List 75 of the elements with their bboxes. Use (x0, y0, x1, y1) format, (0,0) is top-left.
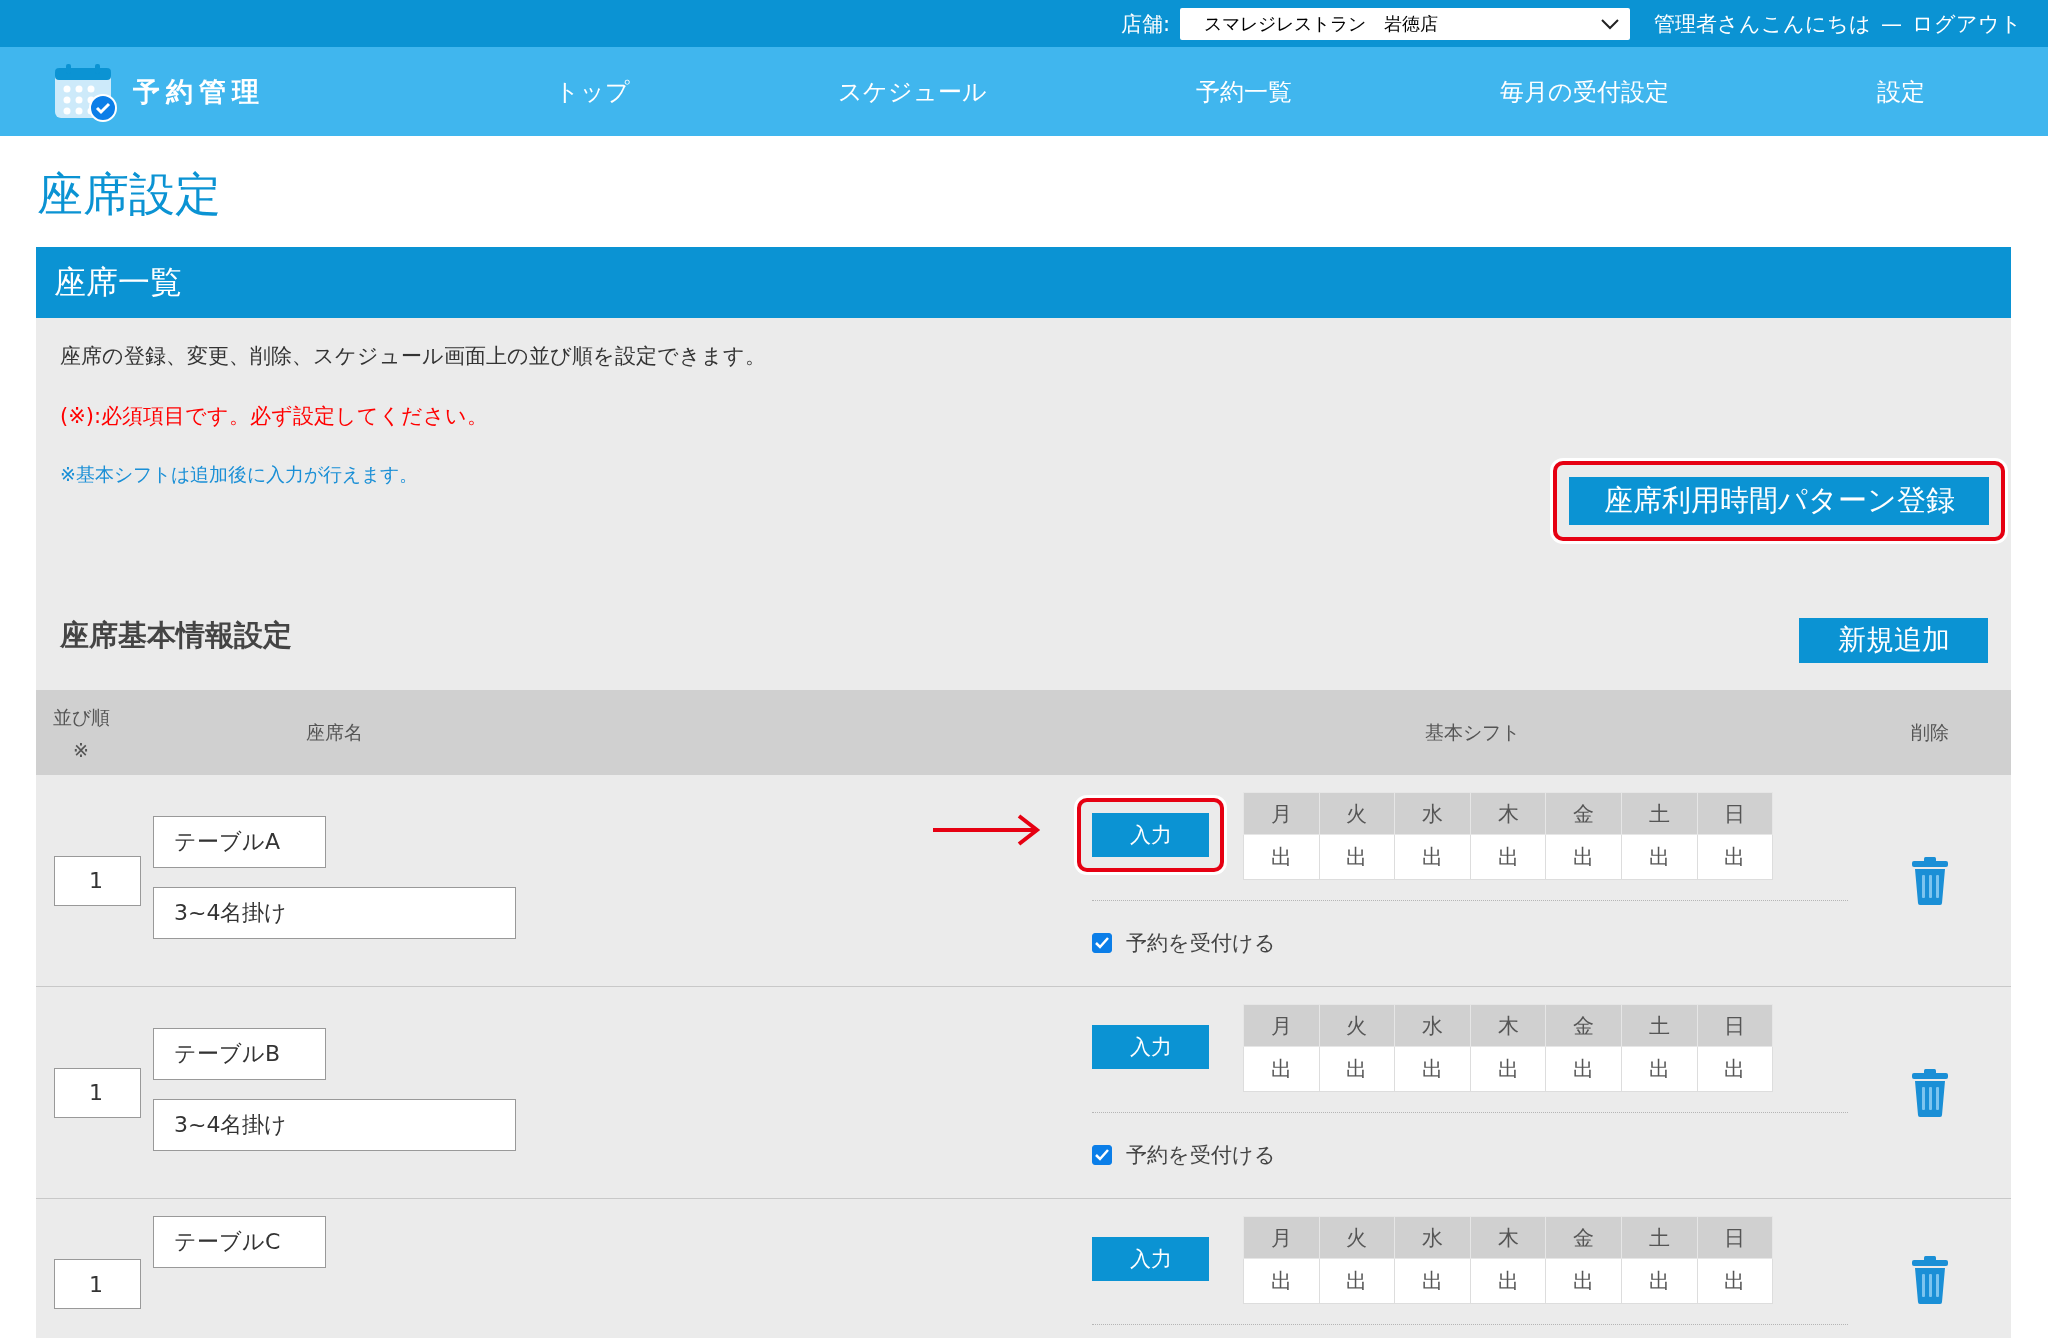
column-header: 並び順 (52, 704, 110, 730)
day-header: 金 (1545, 1216, 1622, 1259)
greeting-text: 管理者さんこんにちは (1654, 10, 1871, 38)
day-header: 月 (1243, 1216, 1320, 1259)
shift-cell[interactable]: 出 (1621, 1258, 1698, 1304)
accept-checkbox[interactable] (1092, 933, 1112, 953)
shift-cell[interactable]: 出 (1470, 834, 1546, 880)
trash-icon[interactable] (1910, 1256, 1949, 1304)
seat-name-field[interactable]: テーブルA (153, 815, 326, 868)
accept-label: 予約を受付ける (1126, 1142, 1276, 1169)
shift-cell[interactable]: 出 (1545, 1046, 1622, 1092)
order-field[interactable]: 1 (54, 1067, 141, 1118)
shift-cell[interactable]: 出 (1470, 1258, 1546, 1304)
seat-name-field[interactable]: テーブルC (153, 1216, 326, 1268)
page-title: 座席設定 (36, 165, 222, 223)
chevron-down-icon (1600, 17, 1620, 30)
day-header: 火 (1319, 1216, 1395, 1259)
day-header: 火 (1319, 792, 1395, 835)
day-header: 月 (1243, 1004, 1320, 1047)
day-header: 金 (1545, 1004, 1622, 1047)
column-header: 削除 (1910, 719, 1949, 745)
shift-cell[interactable]: 出 (1697, 834, 1773, 880)
shift-cell[interactable]: 出 (1470, 1046, 1546, 1092)
day-header: 水 (1394, 1216, 1471, 1259)
accept-label: 予約を受付ける (1126, 930, 1276, 957)
trash-icon[interactable] (1910, 1068, 1949, 1117)
day-header: 日 (1697, 1216, 1773, 1259)
shift-cell[interactable]: 出 (1621, 834, 1698, 880)
separator-text: — (1881, 11, 1902, 36)
store-select[interactable]: スマレジレストラン 岩徳店 (1180, 7, 1630, 40)
day-header: 日 (1697, 792, 1773, 835)
day-header: 土 (1621, 1216, 1698, 1259)
required-mark: ※ (73, 738, 89, 761)
order-field[interactable]: 1 (54, 855, 141, 906)
accept-checkbox[interactable] (1092, 1145, 1112, 1165)
shift-cell[interactable]: 出 (1545, 1258, 1622, 1304)
day-header: 金 (1545, 792, 1622, 835)
day-header: 月 (1243, 792, 1320, 835)
shift-cell[interactable]: 出 (1621, 1046, 1698, 1092)
day-header: 水 (1394, 1004, 1471, 1047)
store-label: 店舗: (1120, 10, 1170, 38)
day-header: 木 (1470, 1004, 1546, 1047)
day-header: 日 (1697, 1004, 1773, 1047)
description-text: 座席の登録、変更、削除、スケジュール画面上の並び順を設定できます。 (60, 343, 766, 370)
shift-cell[interactable]: 出 (1697, 1258, 1773, 1304)
shift-cell[interactable]: 出 (1319, 834, 1395, 880)
seat-name-field[interactable]: テーブルB (153, 1027, 326, 1080)
panel-title: 座席一覧 (54, 261, 182, 303)
section-title: 座席基本情報設定 (60, 617, 292, 654)
shift-cell[interactable]: 出 (1319, 1258, 1395, 1304)
shift-cell[interactable]: 出 (1243, 1046, 1320, 1092)
column-header: 基本シフト (1424, 719, 1520, 745)
shift-cell[interactable]: 出 (1394, 1258, 1471, 1304)
shift-cell[interactable]: 出 (1319, 1046, 1395, 1092)
day-header: 土 (1621, 1004, 1698, 1047)
day-header: 水 (1394, 792, 1471, 835)
capacity-field[interactable]: 3~4名掛け (153, 886, 516, 939)
shift-cell[interactable]: 出 (1394, 834, 1471, 880)
column-header: 座席名 (306, 720, 363, 743)
shift-cell[interactable]: 出 (1243, 1258, 1320, 1304)
order-field[interactable]: 1 (54, 1259, 141, 1309)
calendar-check-icon (53, 61, 117, 122)
capacity-field[interactable]: 3~4名掛け (153, 1098, 516, 1151)
day-header: 木 (1470, 792, 1546, 835)
required-note: (※):必須項目です。必ず設定してください。 (60, 403, 490, 430)
shift-cell[interactable]: 出 (1545, 834, 1622, 880)
day-header: 火 (1319, 1004, 1395, 1047)
trash-icon[interactable] (1910, 856, 1949, 905)
shift-cell[interactable]: 出 (1394, 1046, 1471, 1092)
day-header: 木 (1470, 1216, 1546, 1259)
shift-cell[interactable]: 出 (1243, 834, 1320, 880)
app-title: 予約管理 (133, 74, 265, 109)
shift-cell[interactable]: 出 (1697, 1046, 1773, 1092)
shift-note: ※基本シフトは追加後に入力が行えます。 (60, 462, 419, 487)
day-header: 土 (1621, 792, 1698, 835)
